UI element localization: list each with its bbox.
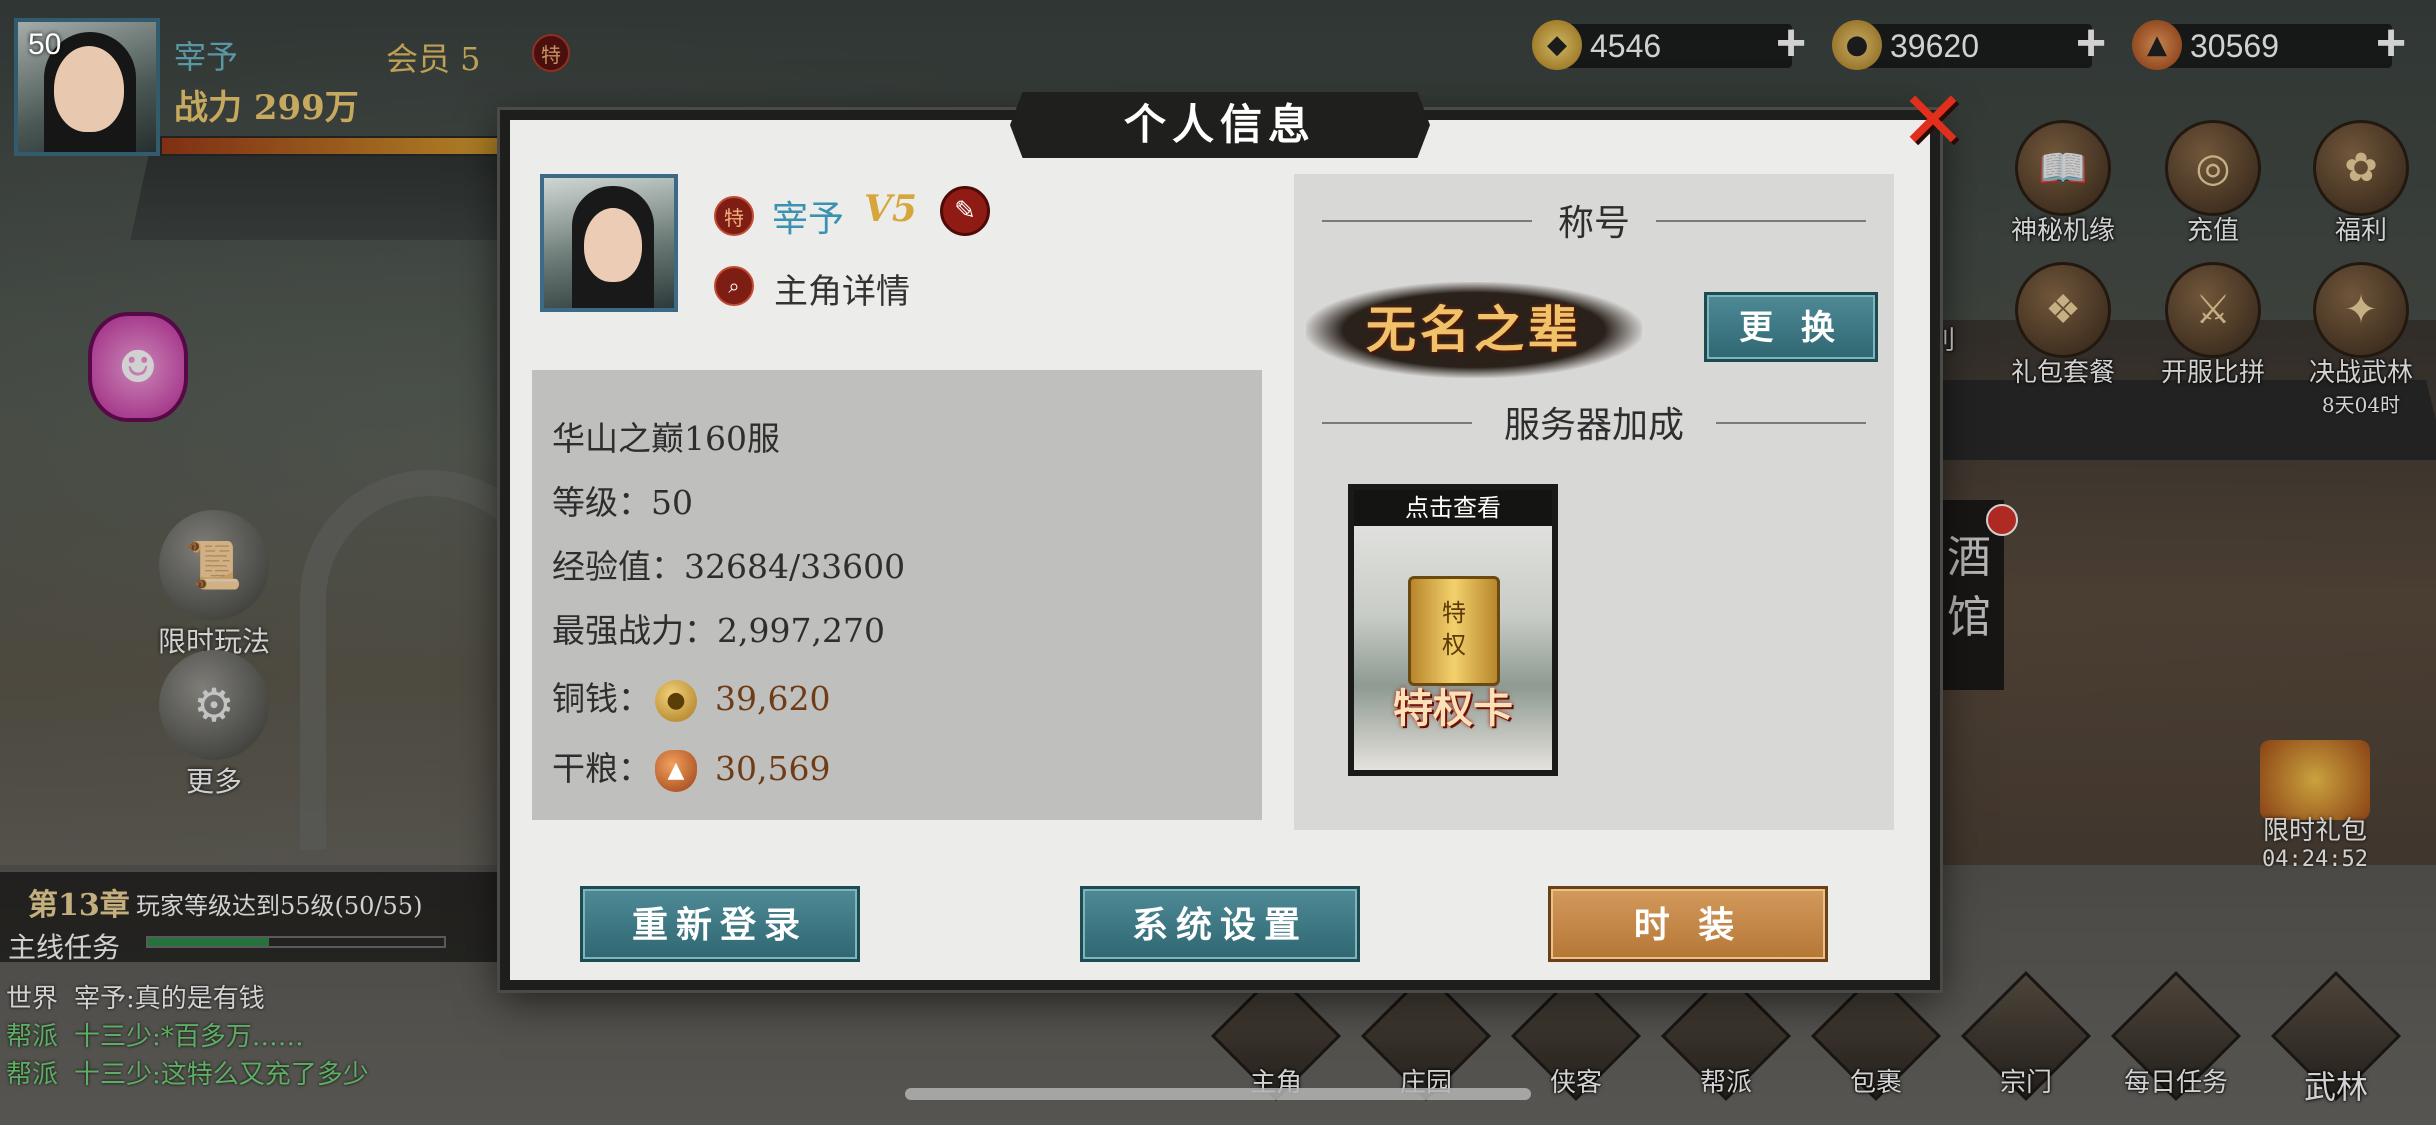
edit-name-icon[interactable]: ✎	[940, 186, 990, 236]
grain-label: 干粮：	[552, 749, 651, 788]
privilege-scroll-icon: 特 权	[1408, 576, 1500, 686]
copper-label: 铜钱：	[552, 679, 651, 718]
avatar-face	[584, 208, 642, 282]
special-icon: 特	[714, 196, 754, 236]
profile-name: 宰予	[772, 199, 845, 240]
magnifier-icon: ⌕	[714, 266, 754, 306]
fashion-button[interactable]: 时 装	[1548, 886, 1828, 962]
copper-coin-icon: ●	[655, 680, 697, 722]
level-row: 等级：50	[552, 483, 693, 522]
exp-row: 经验值：32684/33600	[552, 547, 906, 586]
grain-bag-icon: ▲	[655, 750, 697, 792]
vip-badge: V5	[864, 188, 917, 230]
server-bonus-heading: 服务器加成	[1294, 396, 1894, 448]
privilege-scroll-text: 特 权	[1442, 599, 1466, 659]
title-badge: 无名之辈	[1306, 282, 1642, 378]
modal-title: 个人信息	[1123, 100, 1316, 149]
relogin-button[interactable]: 重新登录	[580, 886, 860, 962]
copper-row: 铜钱： ● 39,620	[552, 672, 830, 722]
avatar-face	[54, 46, 124, 132]
grain-amount: 30,569	[715, 749, 831, 788]
profile-avatar[interactable]	[540, 174, 678, 312]
system-settings-button[interactable]: 系统设置	[1080, 886, 1360, 962]
copper-amount: 39,620	[715, 679, 831, 718]
title-section-heading: 称号	[1294, 194, 1894, 246]
privilege-card-hint: 点击查看	[1354, 490, 1552, 526]
info-panel: 华山之巅160服 等级：50 经验值：32684/33600 最强战力：2,99…	[532, 370, 1262, 820]
close-button[interactable]: ✕	[1896, 81, 1970, 161]
max-power-row: 最强战力：2,997,270	[552, 611, 885, 650]
hero-detail-link[interactable]: 主角详情	[774, 264, 910, 313]
server-name: 华山之巅160服	[552, 419, 780, 458]
grain-row: 干粮： ▲ 30,569	[552, 742, 830, 792]
player-level: 50	[28, 28, 62, 61]
privilege-card-name: 特权卡	[1393, 685, 1513, 732]
change-title-button[interactable]: 更 换	[1704, 292, 1878, 362]
privilege-card[interactable]: 点击查看 特 权 特权卡	[1348, 484, 1558, 776]
